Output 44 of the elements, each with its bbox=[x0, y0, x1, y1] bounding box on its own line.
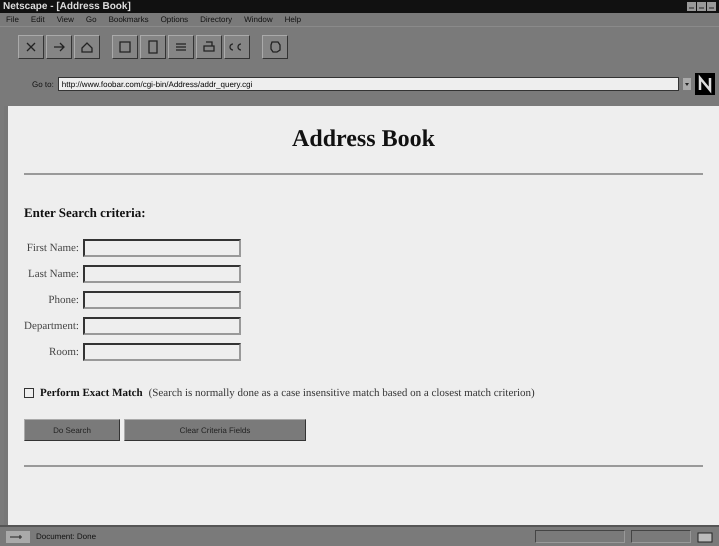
field-label: Room: bbox=[48, 346, 79, 358]
menu-item[interactable]: Go bbox=[86, 15, 97, 24]
menu-item[interactable]: Bookmarks bbox=[108, 15, 149, 24]
checkbox[interactable] bbox=[24, 388, 34, 398]
menu-item[interactable]: Edit bbox=[30, 15, 45, 24]
toolbar-button[interactable] bbox=[74, 34, 100, 58]
page-heading: Address Book bbox=[291, 126, 436, 153]
field-label: First Name: bbox=[26, 242, 79, 254]
toolbar-button[interactable] bbox=[196, 34, 222, 58]
toolbar-button[interactable] bbox=[168, 34, 194, 58]
checkbox-label: Perform Exact Match bbox=[40, 387, 143, 399]
menu-item[interactable]: Window bbox=[244, 15, 273, 24]
logo-icon bbox=[695, 73, 715, 95]
location-label: Go to: bbox=[32, 80, 54, 88]
toolbar-button[interactable] bbox=[46, 34, 72, 58]
toolbar-button[interactable] bbox=[224, 34, 250, 58]
hint-text: (Search is normally done as a case insensitive match based on a closest match criterion) bbox=[148, 387, 535, 399]
search-button[interactable]: Do Search bbox=[24, 419, 120, 441]
menu-item[interactable]: File bbox=[6, 15, 19, 24]
menu-item[interactable]: View bbox=[56, 15, 74, 24]
field-label: Last Name: bbox=[26, 268, 79, 280]
url-field[interactable]: http://www.foobar.com/cgi-bin/Address/addr_query.cgi bbox=[58, 77, 679, 91]
dropdown-icon[interactable] bbox=[683, 78, 691, 90]
menu-item[interactable]: Directory bbox=[200, 15, 232, 24]
input-field[interactable] bbox=[82, 317, 241, 335]
input-field[interactable] bbox=[82, 343, 241, 361]
toolbar-button[interactable] bbox=[140, 34, 166, 58]
menu-item[interactable]: Help bbox=[284, 15, 302, 24]
minimize-icon[interactable] bbox=[687, 2, 696, 11]
window-title: Netscape - [Address Book] bbox=[3, 1, 131, 12]
section-heading: Enter Search criteria: bbox=[24, 205, 147, 221]
printer-icon bbox=[201, 38, 217, 54]
toolbar-button[interactable] bbox=[112, 34, 138, 58]
input-field[interactable] bbox=[82, 265, 241, 283]
input-field[interactable] bbox=[82, 239, 241, 257]
clear-button[interactable]: Clear Criteria Fields bbox=[124, 419, 306, 441]
menu-item[interactable]: Options bbox=[160, 15, 188, 24]
input-field[interactable] bbox=[82, 291, 241, 309]
toolbar-button[interactable] bbox=[262, 34, 288, 58]
status-panel bbox=[631, 530, 691, 543]
field-label: Phone: bbox=[47, 294, 79, 306]
field-label: Department: bbox=[24, 320, 79, 332]
toolbar-button[interactable] bbox=[18, 34, 44, 58]
status-text: Document: Done bbox=[36, 532, 98, 541]
